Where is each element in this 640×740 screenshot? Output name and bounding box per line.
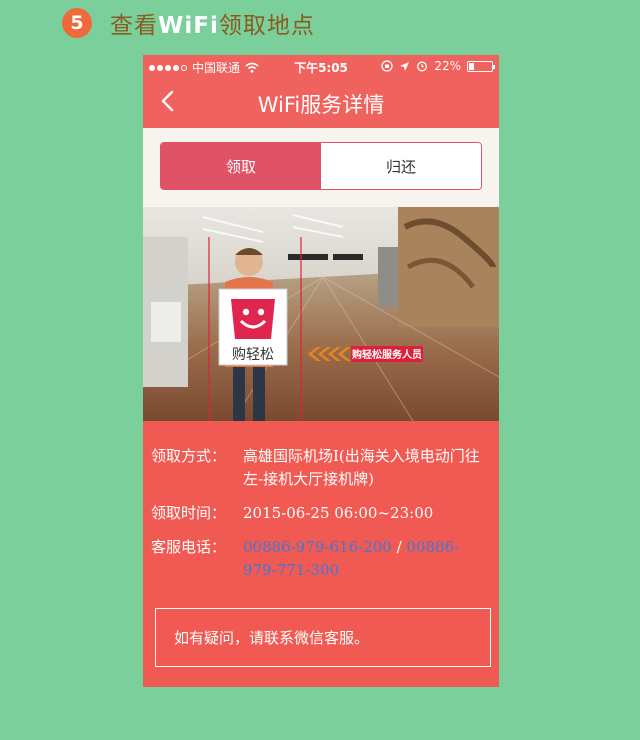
pickup-time-value: 2015-06-25 06:00~23:00: [243, 504, 434, 522]
alarm-icon: [417, 61, 428, 72]
service-phone-row: 客服电话： 00886-979-616-200 / 00886-979-771-…: [151, 536, 491, 582]
status-bar: 中国联通 下午5:05 22%: [143, 55, 499, 77]
notice-box: 如有疑问，请联系微信客服。: [155, 608, 491, 667]
location-icon: [400, 61, 410, 71]
pickup-details: 领取方式： 高雄国际机场I(出海关入境电动门往左-接机大厅接机牌) 领取时间： …: [143, 421, 499, 582]
staff-sign-text: 购轻松服务人员: [352, 348, 422, 361]
tab-pickup[interactable]: 领取: [161, 143, 321, 189]
pickup-method-row: 领取方式： 高雄国际机场I(出海关入境电动门往左-接机大厅接机牌): [151, 445, 491, 491]
step-header: 5 查看WiFi领取地点: [62, 7, 315, 39]
logo-text: 购轻松: [232, 347, 274, 363]
step-title-highlight: WiFi: [158, 13, 219, 39]
phone-link-1[interactable]: 00886-979-616-200: [243, 538, 392, 556]
service-phone-values: 00886-979-616-200 / 00886-979-771-300: [243, 536, 491, 582]
step-title: 查看WiFi领取地点: [110, 6, 315, 40]
step-number-badge: 5: [62, 8, 92, 38]
segmented-control: 领取 归还: [160, 142, 482, 190]
nav-bar: WiFi服务详情: [143, 77, 499, 128]
pickup-time-row: 领取时间： 2015-06-25 06:00~23:00: [151, 502, 491, 525]
service-phone-label: 客服电话：: [151, 538, 227, 556]
step-title-suffix: 领取地点: [218, 13, 315, 39]
pickup-location-photo: 购轻松 购轻松服务人员: [143, 207, 499, 421]
pickup-time-label: 领取时间：: [151, 504, 227, 522]
tab-return[interactable]: 归还: [321, 143, 481, 189]
step-title-prefix: 查看: [110, 13, 158, 39]
battery-percent: 22%: [434, 59, 461, 73]
tab-area: 领取 归还: [143, 128, 499, 207]
pickup-method-value: 高雄国际机场I(出海关入境电动门往左-接机大厅接机牌): [243, 447, 480, 488]
pickup-method-label: 领取方式：: [151, 447, 227, 465]
phone-separator: /: [391, 538, 407, 556]
orientation-lock-icon: [381, 60, 393, 72]
battery-icon: [467, 60, 495, 72]
phone-screen: 中国联通 下午5:05 22% WiFi服务详情 领取 归还 购轻松 购轻松服务…: [143, 55, 499, 687]
page-title: WiFi服务详情: [257, 93, 385, 117]
